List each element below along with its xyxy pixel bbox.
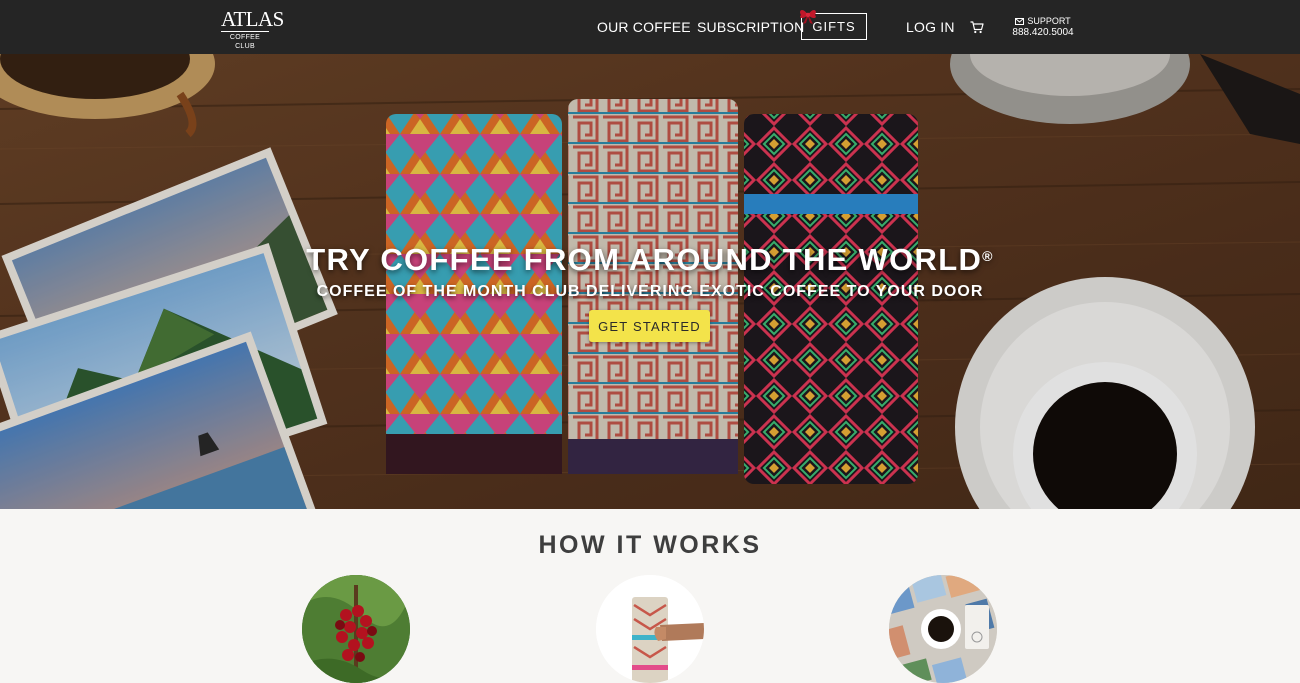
get-started-button[interactable]: GET STARTED xyxy=(589,310,710,342)
site-header: ATLAS COFFEE CLUB OUR COFFEE SUBSCRIPTIO… xyxy=(0,0,1300,54)
nav-our-coffee[interactable]: OUR COFFEE xyxy=(597,17,691,37)
how-it-works-section: HOW IT WORKS xyxy=(0,509,1300,683)
bow-icon xyxy=(800,10,816,24)
support-contact[interactable]: SUPPORT 888.420.5004 xyxy=(1008,15,1078,39)
mail-icon xyxy=(1015,17,1025,25)
hero-banner: TRY COFFEE FROM AROUND THE WORLD® COFFEE… xyxy=(0,54,1300,509)
coffee-bag-in-hand-image xyxy=(596,575,704,683)
hero-subtitle: COFFEE OF THE MONTH CLUB DELIVERING EXOT… xyxy=(316,283,984,300)
support-label: SUPPORT xyxy=(1027,16,1071,26)
logo-subtitle: COFFEE CLUB xyxy=(221,31,269,51)
logo-wordmark: ATLAS xyxy=(221,7,284,31)
nav-subscription[interactable]: SUBSCRIPTION xyxy=(697,17,804,37)
registered-mark: ® xyxy=(982,248,994,264)
coffee-cherries-image xyxy=(302,575,410,683)
nav-log-in[interactable]: LOG IN xyxy=(906,17,955,37)
support-phone[interactable]: 888.420.5004 xyxy=(1008,27,1078,39)
atlas-logo[interactable]: ATLAS COFFEE CLUB xyxy=(221,7,284,50)
hero-title-text: TRY COFFEE FROM AROUND THE WORLD xyxy=(306,242,983,277)
cart-icon[interactable] xyxy=(970,21,984,34)
how-it-works-title: HOW IT WORKS xyxy=(538,531,762,559)
support-label-row: SUPPORT xyxy=(1008,15,1078,27)
hero-title: TRY COFFEE FROM AROUND THE WORLD® xyxy=(0,239,1300,281)
coffee-and-postcards-image xyxy=(889,575,997,683)
